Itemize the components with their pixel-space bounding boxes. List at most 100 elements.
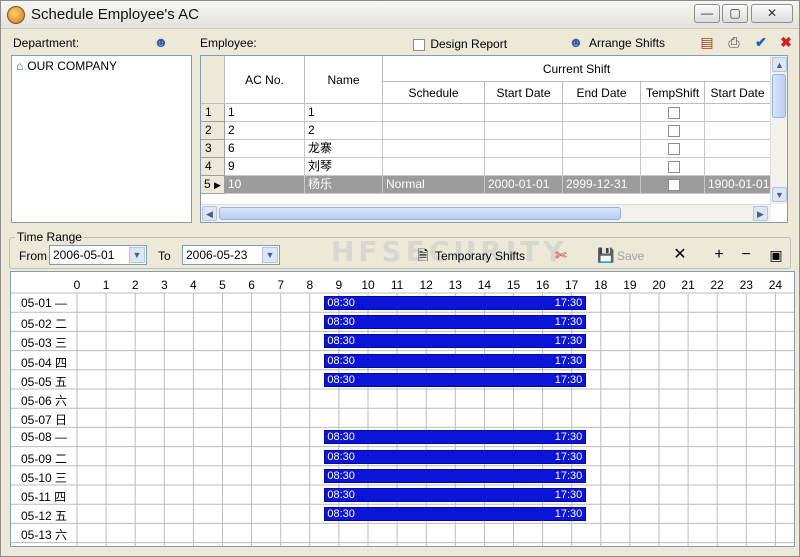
design-report-checkbox[interactable]: Design Report — [413, 37, 507, 51]
department-label: Department: — [13, 36, 80, 50]
from-date-value: 2006-05-01 — [53, 248, 115, 262]
shift-end-time: 17:30 — [554, 297, 583, 309]
shift-bar[interactable]: 08:30 17:30 — [324, 430, 587, 445]
col-header-ac-no[interactable]: AC No. — [225, 56, 305, 104]
cell-ac-no: 10 — [225, 176, 305, 194]
save-icon: 💾 — [597, 247, 615, 263]
clear-all-icon[interactable]: ▣ — [766, 246, 786, 264]
print-icon[interactable]: ⎙ — [724, 33, 744, 51]
title-bar: Schedule Employee's AC — ▢ ✕ — [1, 1, 799, 29]
save-button[interactable]: 💾 Save — [597, 245, 644, 265]
scroll-left-arrow[interactable]: ◀ — [202, 206, 217, 221]
temporary-shifts-button[interactable]: 🗎 Temporary Shifts — [415, 245, 525, 265]
schedule-window: Schedule Employee's AC — ▢ ✕ Department:… — [0, 0, 800, 557]
shift-bar[interactable]: 08:30 17:30 — [324, 334, 587, 349]
chevron-down-icon[interactable]: ▼ — [129, 247, 145, 263]
close-button[interactable]: ✕ — [751, 4, 793, 23]
zoom-in-plus-icon[interactable]: + — [709, 246, 729, 264]
chevron-down-icon[interactable]: ▼ — [262, 247, 278, 263]
scroll-thumb[interactable] — [772, 74, 786, 118]
cell-temp-start-date: 1900-01-01 — [705, 176, 771, 194]
shift-bar[interactable]: 08:30 17:30 — [324, 315, 587, 330]
shift-bar[interactable]: 08:30 17:30 — [324, 488, 587, 502]
grid-vertical-scrollbar[interactable]: ▲ ▼ — [770, 56, 787, 204]
shift-start-time: 08:30 — [327, 469, 355, 482]
cell-tempshift[interactable] — [641, 140, 705, 158]
col-header-end-date[interactable]: End Date — [563, 82, 641, 104]
col-header-name[interactable]: Name — [305, 56, 383, 104]
cell-tempshift[interactable] — [641, 158, 705, 176]
scroll-thumb[interactable] — [219, 207, 621, 220]
to-date-picker[interactable]: 2006-05-23 ▼ — [182, 245, 280, 265]
checkbox-box[interactable] — [413, 38, 425, 51]
tempshift-checkbox[interactable] — [668, 124, 680, 137]
app-icon — [7, 6, 25, 24]
people-icon[interactable]: ☻ — [151, 33, 171, 51]
tempshift-checkbox[interactable] — [668, 178, 680, 191]
tempshift-checkbox[interactable] — [668, 106, 680, 119]
shift-start-time: 08:30 — [327, 335, 355, 348]
tree-item-label: OUR COMPANY — [27, 59, 118, 73]
cell-tempshift[interactable] — [641, 176, 705, 194]
shift-end-time: 17:30 — [554, 508, 583, 521]
row-number[interactable]: 4 — [201, 158, 225, 176]
hour-label: 4 — [190, 278, 197, 292]
minimize-button[interactable]: — — [694, 4, 720, 23]
shift-end-time: 17:30 — [554, 450, 583, 463]
shift-bar[interactable]: 08:30 17:30 — [324, 449, 587, 464]
cell-schedule — [383, 122, 485, 140]
col-header-tempshift[interactable]: TempShift — [641, 82, 705, 104]
shift-bar[interactable]: 08:30 17:30 — [324, 468, 587, 483]
delete-shift-icon[interactable]: ✄ — [551, 246, 571, 264]
shift-end-time: 17:30 — [554, 335, 583, 348]
to-date-value: 2006-05-23 — [186, 248, 248, 262]
shift-bar[interactable]: 08:30 17:30 — [324, 353, 587, 368]
from-date-picker[interactable]: 2006-05-01 ▼ — [49, 245, 147, 265]
shift-bar[interactable]: 08:30 17:30 — [324, 507, 587, 522]
row-number[interactable]: 3 — [201, 140, 225, 158]
current-row-indicator-icon: ▶ — [214, 180, 221, 190]
shift-end-time: 17:30 — [554, 431, 583, 444]
col-header-start-date[interactable]: Start Date — [485, 82, 563, 104]
shift-end-time: 17:30 — [554, 316, 583, 329]
timetable-panel[interactable]: 0 1 2 3 4 5 6 7 8 9 10 11 12 13 14 15 16 17 18 19 20 21 22 23 24… — [10, 271, 795, 547]
grid-horizontal-scrollbar[interactable]: ◀ ▶ — [201, 204, 771, 222]
shift-end-time: 17:30 — [554, 489, 583, 501]
arrange-shifts-button[interactable]: Arrange Shifts — [589, 36, 665, 50]
department-tree[interactable]: ⌂ OUR COMPANY — [11, 55, 192, 223]
cancel-x-icon[interactable]: ✖ — [776, 33, 796, 51]
cell-tempshift[interactable] — [641, 104, 705, 122]
cell-tempshift[interactable] — [641, 122, 705, 140]
row-number[interactable]: 2 — [201, 122, 225, 140]
day-label: 05-03 三 — [21, 336, 68, 351]
confirm-check-icon[interactable]: ✔ — [751, 33, 771, 51]
shift-start-time: 08:30 — [327, 489, 355, 501]
scroll-up-arrow[interactable]: ▲ — [772, 57, 787, 72]
shift-bar[interactable]: 08:30 17:30 — [324, 296, 587, 310]
clear-x-icon[interactable]: ✕ — [670, 246, 690, 264]
shift-bar[interactable]: 08:30 17:30 — [324, 372, 587, 387]
hour-label: 21 — [681, 278, 695, 292]
tree-item-our-company[interactable]: ⌂ OUR COMPANY — [16, 59, 117, 73]
people-icon: ☻ — [568, 34, 584, 50]
hour-label: 17 — [565, 278, 579, 292]
employee-label: Employee: — [200, 36, 257, 50]
export-icon[interactable]: ▤ — [697, 33, 717, 51]
tempshift-checkbox[interactable] — [668, 160, 680, 173]
cell-start-date — [485, 158, 563, 176]
maximize-button[interactable]: ▢ — [722, 4, 748, 23]
scroll-down-arrow[interactable]: ▼ — [772, 187, 787, 202]
row-number[interactable]: 1 — [201, 104, 225, 122]
hour-label: 9 — [335, 278, 343, 292]
scroll-right-arrow[interactable]: ▶ — [753, 206, 768, 221]
hour-label: 19 — [623, 278, 637, 292]
zoom-out-minus-icon[interactable]: − — [736, 246, 756, 264]
cell-schedule: Normal — [383, 176, 485, 194]
col-header-temp-start-date[interactable]: Start Date — [705, 82, 771, 104]
tempshift-checkbox[interactable] — [668, 142, 680, 155]
cell-ac-no: 6 — [225, 140, 305, 158]
col-header-schedule[interactable]: Schedule — [383, 82, 485, 104]
shift-start-time: 08:30 — [327, 508, 355, 521]
hour-label: 13 — [448, 278, 462, 292]
cell-temp-start-date — [705, 140, 771, 158]
